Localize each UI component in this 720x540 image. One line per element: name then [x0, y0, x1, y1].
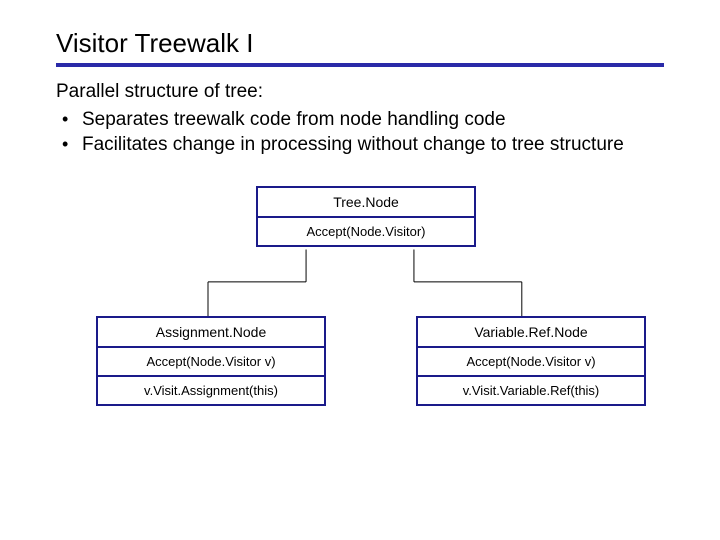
- class-box-assignment-node: Assignment.Node Accept(Node.Visitor v) v…: [96, 316, 326, 406]
- slide-title: Visitor Treewalk I: [56, 28, 664, 61]
- class-diagram: Tree.Node Accept(Node.Visitor) Assignmen…: [56, 186, 664, 466]
- class-body: v.Visit.Variable.Ref(this): [418, 377, 644, 404]
- class-body: v.Visit.Assignment(this): [98, 377, 324, 404]
- class-box-treenode: Tree.Node Accept(Node.Visitor): [256, 186, 476, 247]
- bullet-list: Separates treewalk code from node handli…: [56, 107, 664, 158]
- class-name: Variable.Ref.Node: [418, 318, 644, 348]
- class-box-variable-ref-node: Variable.Ref.Node Accept(Node.Visitor v)…: [416, 316, 646, 406]
- bullet-item: Separates treewalk code from node handli…: [56, 107, 664, 133]
- title-underline: [56, 63, 664, 67]
- class-name: Tree.Node: [258, 188, 474, 218]
- bullet-item: Facilitates change in processing without…: [56, 132, 664, 158]
- class-method: Accept(Node.Visitor v): [418, 348, 644, 377]
- class-name: Assignment.Node: [98, 318, 324, 348]
- intro-text: Parallel structure of tree:: [56, 79, 664, 105]
- class-method: Accept(Node.Visitor v): [98, 348, 324, 377]
- class-method: Accept(Node.Visitor): [258, 218, 474, 245]
